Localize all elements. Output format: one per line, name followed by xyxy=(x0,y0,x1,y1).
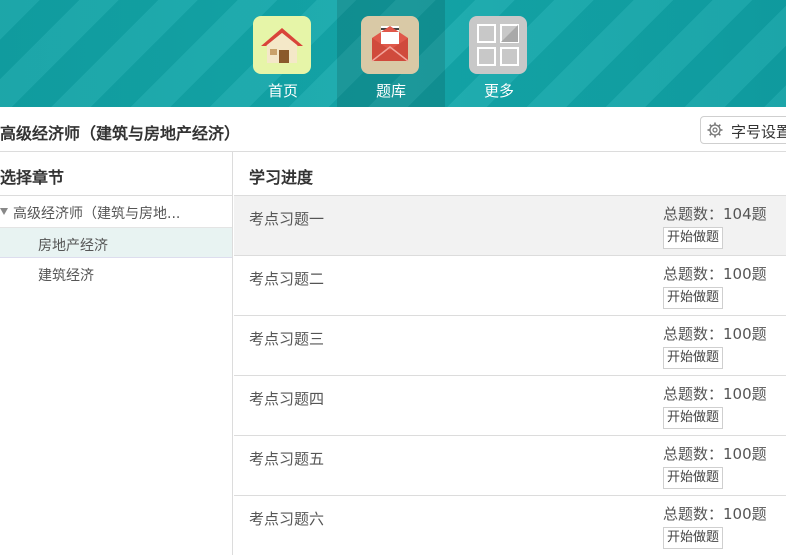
font-settings-button[interactable]: 字号设置 xyxy=(700,116,786,144)
progress-panel-title: 学习进度 xyxy=(249,168,314,187)
exercise-row: 考点习题一 总题数：104题 开始做题 xyxy=(234,196,786,256)
start-exercise-button[interactable]: 开始做题 xyxy=(663,347,724,369)
exercise-total: 总题数：100题 xyxy=(663,505,767,523)
chapter-panel-header: 选择章节 xyxy=(0,152,232,196)
nav-item-home[interactable]: 首页 xyxy=(229,0,337,107)
nav-label-more: 更多 xyxy=(483,82,514,100)
nav-label-home: 首页 xyxy=(267,82,298,100)
exercise-name[interactable]: 考点习题四 xyxy=(249,388,324,409)
exercise-total: 总题数：100题 xyxy=(663,265,767,283)
chapter-item-real-estate[interactable]: 房地产经济 xyxy=(0,228,232,258)
page-title: 高级经济师（建筑与房地产经济） xyxy=(0,124,241,143)
chapter-item-label: 建筑经济 xyxy=(38,268,94,284)
progress-panel: 学习进度 考点习题一 总题数：104题 开始做题 考点习题二 总题数：100题 … xyxy=(234,152,786,555)
exercise-name[interactable]: 考点习题五 xyxy=(249,448,324,469)
exercise-name[interactable]: 考点习题二 xyxy=(249,268,324,289)
top-nav-bar: 首页 题库 更多 xyxy=(0,0,786,107)
chapter-item-label: 房地产经济 xyxy=(38,238,108,254)
exercise-total: 总题数：100题 xyxy=(663,385,767,403)
triangle-down-icon[interactable] xyxy=(0,208,8,215)
chapter-panel-title: 选择章节 xyxy=(0,168,65,187)
home-icon xyxy=(253,16,311,74)
grid-icon xyxy=(469,16,527,74)
gear-icon xyxy=(707,122,723,138)
chapter-tree-root[interactable]: 高级经济师（建筑与房地... xyxy=(0,196,232,228)
mail-icon xyxy=(361,16,419,74)
nav-label-question-bank: 题库 xyxy=(375,82,406,100)
exercise-total: 总题数：100题 xyxy=(663,325,767,343)
exercise-name[interactable]: 考点习题三 xyxy=(249,328,324,349)
exercise-row: 考点习题二 总题数：100题 开始做题 xyxy=(234,256,786,316)
nav-item-more[interactable]: 更多 xyxy=(445,0,553,107)
start-exercise-button[interactable]: 开始做题 xyxy=(663,227,724,249)
title-bar: 高级经济师（建筑与房地产经济） 字号设置 xyxy=(0,107,786,152)
progress-panel-header: 学习进度 xyxy=(234,152,786,196)
font-settings-label: 字号设置 xyxy=(731,123,786,141)
start-exercise-button[interactable]: 开始做题 xyxy=(663,407,724,429)
exercise-row: 考点习题六 总题数：100题 开始做题 xyxy=(234,496,786,555)
exercise-name[interactable]: 考点习题六 xyxy=(249,508,324,529)
nav-item-question-bank[interactable]: 题库 xyxy=(337,0,445,107)
exercise-row: 考点习题四 总题数：100题 开始做题 xyxy=(234,376,786,436)
exercise-total: 总题数：104题 xyxy=(663,205,767,223)
chapter-tree-root-label: 高级经济师（建筑与房地... xyxy=(13,206,181,222)
start-exercise-button[interactable]: 开始做题 xyxy=(663,527,724,549)
exercise-row: 考点习题三 总题数：100题 开始做题 xyxy=(234,316,786,376)
start-exercise-button[interactable]: 开始做题 xyxy=(663,287,724,309)
exercise-total: 总题数：100题 xyxy=(663,445,767,463)
start-exercise-button[interactable]: 开始做题 xyxy=(663,467,724,489)
chapter-panel: 选择章节 高级经济师（建筑与房地... 房地产经济 建筑经济 xyxy=(0,152,233,555)
exercise-name[interactable]: 考点习题一 xyxy=(249,208,324,229)
chapter-item-construction[interactable]: 建筑经济 xyxy=(0,258,232,288)
exercise-row: 考点习题五 总题数：100题 开始做题 xyxy=(234,436,786,496)
